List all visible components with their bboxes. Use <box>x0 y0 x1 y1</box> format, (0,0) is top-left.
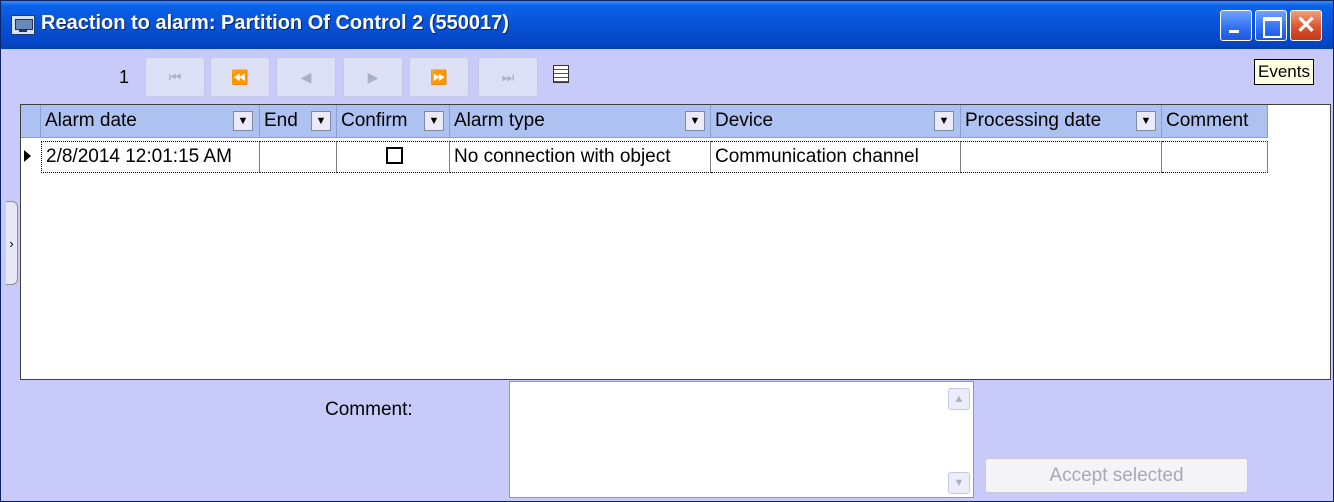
cell-device[interactable]: Communication channel <box>711 141 961 173</box>
row-indicator-header <box>21 105 41 138</box>
minimize-button[interactable] <box>1220 10 1252 41</box>
chevron-down-icon: ▼ <box>953 477 965 489</box>
chevron-down-icon: ▼ <box>938 115 950 127</box>
window-title: Reaction to alarm: Partition Of Control … <box>41 12 509 34</box>
column-label: Processing date <box>965 110 1102 131</box>
column-label: Alarm type <box>454 110 545 131</box>
next-record-icon: ▶ <box>367 69 379 85</box>
row-pointer-icon <box>24 150 31 162</box>
next-record-button[interactable]: ▶ <box>343 57 403 97</box>
cell-alarm-type[interactable]: No connection with object <box>450 141 711 173</box>
title-bar[interactable]: Reaction to alarm: Partition Of Control … <box>1 1 1333 49</box>
page-number: 1 <box>119 67 130 87</box>
maximize-button[interactable] <box>1255 10 1287 41</box>
alarm-grid[interactable]: Alarm date ▼ End ▼ Confirm ▼ Alarm type … <box>20 104 1331 380</box>
previous-page-button[interactable]: ⏪ <box>210 57 270 97</box>
last-page-icon: ⏭ <box>501 69 515 85</box>
next-page-icon: ⏩ <box>430 69 448 85</box>
accept-selected-button[interactable]: Accept selected <box>985 458 1248 493</box>
previous-record-button[interactable]: ◀ <box>276 57 336 97</box>
chevron-down-icon: ▼ <box>428 115 440 127</box>
side-panel-toggle[interactable]: › <box>6 201 18 285</box>
previous-page-icon: ⏪ <box>231 69 249 85</box>
grid-icon[interactable] <box>553 65 569 83</box>
cell-end[interactable] <box>260 141 337 173</box>
comment-textarea[interactable]: ▲ ▼ <box>509 381 974 498</box>
column-label: Device <box>715 110 774 131</box>
column-header-device[interactable]: Device <box>711 105 961 138</box>
chevron-down-icon: ▼ <box>237 115 249 127</box>
processing-date-filter-button[interactable]: ▼ <box>1136 111 1156 131</box>
cell-comment[interactable] <box>1162 141 1268 173</box>
chevron-right-icon: › <box>9 236 14 251</box>
cell-alarm-date[interactable]: 2/8/2014 12:01:15 AM <box>41 141 260 173</box>
monitor-icon <box>11 15 35 35</box>
first-page-icon: ⏮ <box>168 69 182 85</box>
chevron-down-icon: ▼ <box>315 115 327 127</box>
close-button[interactable]: ✕ <box>1290 10 1322 41</box>
chevron-down-icon: ▼ <box>1140 115 1152 127</box>
column-header-comment[interactable]: Comment <box>1162 105 1268 138</box>
device-filter-button[interactable]: ▼ <box>934 111 954 131</box>
chevron-up-icon: ▲ <box>953 393 965 405</box>
close-icon: ✕ <box>1295 12 1317 39</box>
previous-record-icon: ◀ <box>300 69 312 85</box>
comment-label: Comment: <box>325 399 413 420</box>
scroll-up-button[interactable]: ▲ <box>948 388 970 410</box>
column-header-alarm-type[interactable]: Alarm type <box>450 105 711 138</box>
column-label: Comment <box>1166 110 1249 131</box>
alarm-type-filter-button[interactable]: ▼ <box>685 111 705 131</box>
column-header-alarm-date[interactable]: Alarm date <box>41 105 260 138</box>
events-tooltip: Events <box>1254 59 1314 85</box>
alarm-reaction-window: Reaction to alarm: Partition Of Control … <box>0 0 1334 502</box>
column-header-processing-date[interactable]: Processing date <box>961 105 1162 138</box>
last-page-button[interactable]: ⏭ <box>478 57 538 97</box>
column-label: Confirm <box>341 110 408 131</box>
alarm-date-filter-button[interactable]: ▼ <box>233 111 253 131</box>
chevron-down-icon: ▼ <box>689 115 701 127</box>
confirm-checkbox[interactable] <box>386 147 403 164</box>
column-label: Alarm date <box>45 110 137 131</box>
next-page-button[interactable]: ⏩ <box>409 57 469 97</box>
scroll-down-button[interactable]: ▼ <box>948 472 970 494</box>
end-filter-button[interactable]: ▼ <box>311 111 331 131</box>
column-label: End <box>264 110 298 131</box>
first-page-button[interactable]: ⏮ <box>145 57 205 97</box>
cell-processing-date[interactable] <box>961 141 1162 173</box>
confirm-filter-button[interactable]: ▼ <box>424 111 444 131</box>
